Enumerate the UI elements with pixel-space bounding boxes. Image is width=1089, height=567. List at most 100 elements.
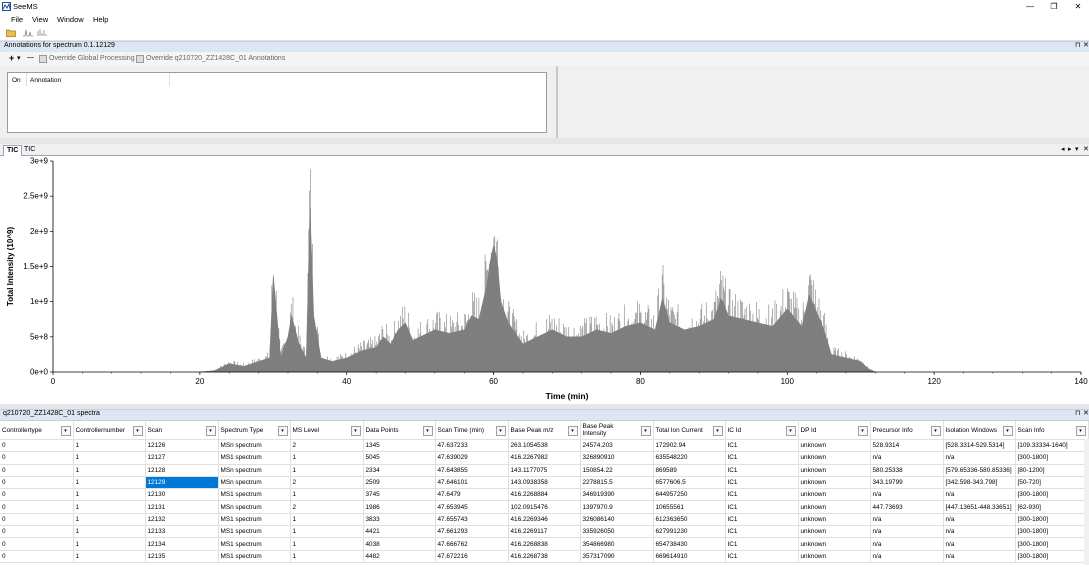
table-cell[interactable]: 12135 <box>145 550 219 563</box>
column-header[interactable]: Precursor Info ▾ <box>870 421 944 440</box>
table-cell[interactable]: 1 <box>73 464 146 477</box>
table-cell[interactable]: MSn spectrum <box>218 476 291 490</box>
table-cell[interactable]: 12130 <box>145 488 219 502</box>
filter-dropdown-icon[interactable]: ▾ <box>60 426 71 436</box>
table-cell[interactable]: n/a <box>870 513 944 527</box>
table-cell[interactable]: [342.598-343.798] <box>943 476 1016 490</box>
table-cell[interactable]: 627991230 <box>653 525 726 539</box>
chromatogram-icon[interactable] <box>23 28 33 37</box>
table-cell[interactable]: 12131 <box>145 500 219 514</box>
table-cell[interactable]: 0 <box>0 537 74 551</box>
table-cell[interactable]: n/a <box>943 451 1016 465</box>
table-cell[interactable]: 1 <box>73 439 146 453</box>
table-cell[interactable]: unknown <box>798 439 871 453</box>
table-cell[interactable]: 416.2268838 <box>508 537 581 551</box>
table-cell[interactable]: n/a <box>943 488 1016 502</box>
table-cell[interactable]: IC1 <box>725 525 799 539</box>
column-header[interactable]: Scan Time (min) ▾ <box>435 421 509 440</box>
column-header[interactable]: Base Peak m/z ▾ <box>508 421 581 440</box>
table-cell[interactable]: [50-720] <box>1015 476 1089 490</box>
table-cell[interactable]: [62-930] <box>1015 500 1089 514</box>
filter-dropdown-icon[interactable]: ▾ <box>495 426 506 436</box>
table-cell[interactable]: 326086140 <box>580 513 654 527</box>
table-cell[interactable]: MS1 spectrum <box>218 537 291 551</box>
column-header[interactable]: Controllertype ▾ <box>0 421 74 440</box>
filter-dropdown-icon[interactable]: ▾ <box>1075 426 1086 436</box>
table-cell[interactable]: [300-1800] <box>1015 525 1089 539</box>
table-cell[interactable]: n/a <box>870 525 944 539</box>
table-cell[interactable]: unknown <box>798 500 871 514</box>
table-cell[interactable]: IC1 <box>725 513 799 527</box>
annotations-column-annotation[interactable]: Annotation <box>30 77 61 84</box>
filter-dropdown-icon[interactable]: ▾ <box>712 426 723 436</box>
restore-button[interactable]: ❐ <box>1044 1 1064 12</box>
table-cell[interactable]: 335926050 <box>580 525 654 539</box>
column-header[interactable]: Total Ion Current ▾ <box>653 421 726 440</box>
filter-dropdown-icon[interactable]: ▾ <box>277 426 288 436</box>
filter-dropdown-icon[interactable]: ▾ <box>857 426 868 436</box>
filter-dropdown-icon[interactable]: ▾ <box>785 426 796 436</box>
table-cell[interactable]: 416.2269346 <box>508 513 581 527</box>
column-header[interactable]: Data Points ▾ <box>363 421 436 440</box>
table-cell[interactable]: 47.646101 <box>435 476 509 490</box>
table-cell[interactable]: n/a <box>943 525 1016 539</box>
table-cell[interactable]: IC1 <box>725 550 799 563</box>
tab-tic[interactable]: TIC <box>21 145 38 155</box>
filter-dropdown-icon[interactable]: ▾ <box>1002 426 1013 436</box>
table-cell[interactable]: n/a <box>870 488 944 502</box>
table-cell[interactable]: 0 <box>0 500 74 514</box>
table-cell[interactable]: unknown <box>798 476 871 490</box>
table-cell[interactable]: 47.639029 <box>435 451 509 465</box>
table-cell[interactable]: unknown <box>798 525 871 539</box>
table-cell[interactable]: IC1 <box>725 464 799 477</box>
column-header[interactable]: MS Level ▾ <box>290 421 364 440</box>
tab-tic-active[interactable]: TIC <box>3 145 23 156</box>
table-cell[interactable]: 1986 <box>363 500 436 514</box>
minimize-button[interactable]: — <box>1020 1 1040 12</box>
table-cell[interactable]: 3833 <box>363 513 436 527</box>
table-cell[interactable]: 0 <box>0 464 74 477</box>
panel-close-icon[interactable]: ✕ <box>1083 41 1089 49</box>
table-cell[interactable]: 669614910 <box>653 550 726 563</box>
close-button[interactable]: ✕ <box>1068 1 1088 12</box>
table-cell[interactable]: 416.2269117 <box>508 525 581 539</box>
table-cell[interactable]: MS1 spectrum <box>218 451 291 465</box>
table-cell[interactable]: IC1 <box>725 451 799 465</box>
tab-menu-icon[interactable]: ▾ <box>1075 145 1079 153</box>
menu-view[interactable]: View <box>32 15 48 24</box>
table-cell[interactable]: 2509 <box>363 476 436 490</box>
override-annotations-button[interactable]: Override q210720_ZZ1428C_01 Annotations <box>146 55 285 62</box>
table-cell[interactable]: 343.19799 <box>870 476 944 490</box>
menu-help[interactable]: Help <box>93 15 108 24</box>
tab-close-icon[interactable]: ✕ <box>1083 145 1089 153</box>
column-header[interactable]: Base Peak Intensity ▾ <box>580 421 654 440</box>
table-cell[interactable]: IC1 <box>725 537 799 551</box>
column-header[interactable]: Scan ▾ <box>145 421 219 440</box>
filter-dropdown-icon[interactable]: ▾ <box>132 426 143 436</box>
table-cell[interactable]: 3745 <box>363 488 436 502</box>
table-cell[interactable]: n/a <box>943 537 1016 551</box>
table-cell[interactable]: n/a <box>870 537 944 551</box>
table-cell[interactable]: unknown <box>798 537 871 551</box>
table-row[interactable]: 0 1 12132 MS1 spectrum 1 3833 47.655743 416.226… <box>0 513 1089 527</box>
table-cell[interactable]: 1 <box>73 476 146 490</box>
table-cell[interactable]: 654738430 <box>653 537 726 551</box>
table-cell[interactable]: 416.2267982 <box>508 451 581 465</box>
table-cell[interactable]: 47.672216 <box>435 550 509 563</box>
remove-annotation-button[interactable]: — <box>27 54 34 61</box>
table-cell[interactable]: 47.643855 <box>435 464 509 477</box>
table-cell[interactable]: 1 <box>73 550 146 563</box>
table-cell[interactable]: 644957250 <box>653 488 726 502</box>
override-global-button[interactable]: Override Global Processing <box>49 55 135 62</box>
grid-scrollbar[interactable] <box>1084 439 1089 565</box>
table-cell[interactable]: [579.65336-580.85336] <box>943 464 1016 477</box>
table-cell[interactable]: 5045 <box>363 451 436 465</box>
table-row[interactable]: 0 1 12133 MS1 spectrum 1 4421 47.661293 416.226… <box>0 525 1089 539</box>
table-cell[interactable]: 1 <box>290 451 364 465</box>
table-cell[interactable]: 143.0938358 <box>508 476 581 490</box>
table-cell[interactable]: MSn spectrum <box>218 464 291 477</box>
filter-dropdown-icon[interactable]: ▾ <box>567 426 578 436</box>
table-cell[interactable]: 0 <box>0 550 74 563</box>
table-cell[interactable]: 1 <box>290 464 364 477</box>
table-cell[interactable]: 2 <box>290 476 364 490</box>
